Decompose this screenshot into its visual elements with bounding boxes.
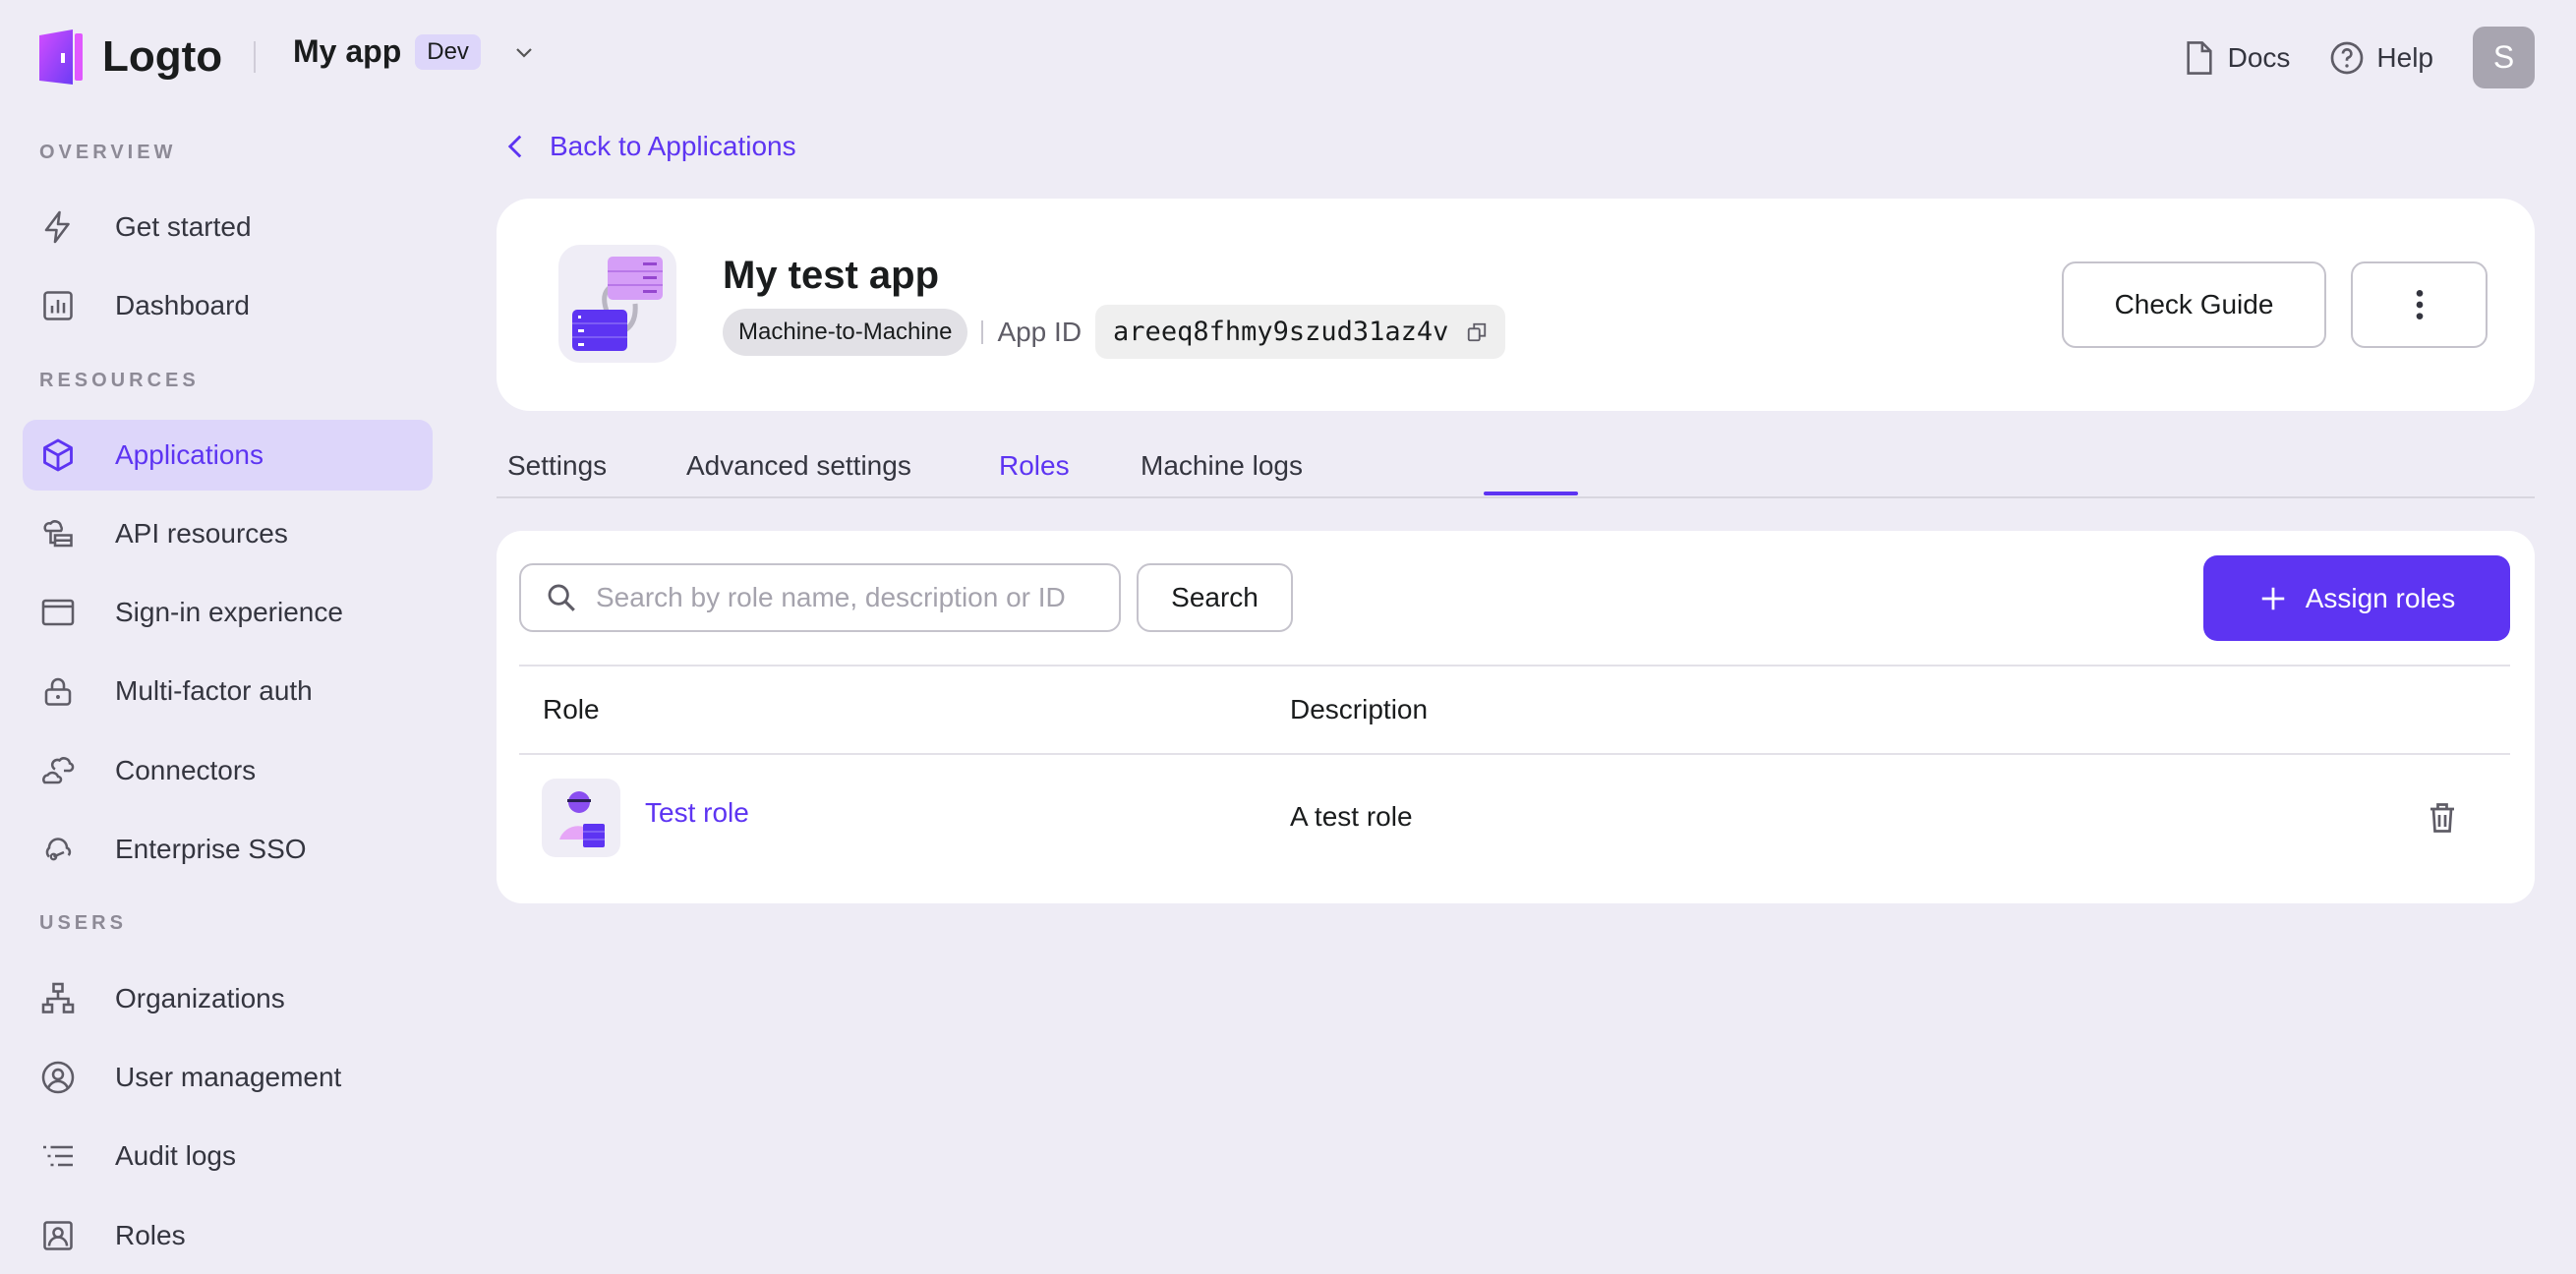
- trash-icon[interactable]: [2425, 800, 2460, 836]
- sidebar-item-user-management[interactable]: User management: [23, 1042, 433, 1113]
- machine-to-machine-icon: [572, 257, 663, 351]
- sidebar-item-get-started[interactable]: Get started: [23, 192, 433, 262]
- logo[interactable]: Logto: [39, 29, 222, 85]
- check-guide-button[interactable]: Check Guide: [2062, 261, 2326, 348]
- help-label: Help: [2376, 41, 2433, 73]
- sidebar-item-label: Sign-in experience: [115, 597, 343, 627]
- back-to-applications-link[interactable]: Back to Applications: [506, 131, 796, 162]
- sidebar-item-label: Organizations: [115, 983, 285, 1013]
- help-link[interactable]: Help: [2329, 40, 2433, 76]
- copy-icon[interactable]: [1466, 321, 1488, 343]
- search-button[interactable]: Search: [1137, 563, 1293, 632]
- user-card-icon: [43, 1221, 73, 1250]
- tab-settings[interactable]: Settings: [507, 450, 607, 482]
- org-icon: [41, 982, 75, 1013]
- cube-icon: [43, 438, 73, 472]
- lightning-icon: [44, 210, 70, 244]
- plus-icon: [2261, 587, 2284, 609]
- section-overview: OVERVIEW: [39, 142, 177, 163]
- role-name-link[interactable]: Test role: [645, 797, 749, 829]
- clouds-icon: [42, 757, 75, 784]
- sidebar-item-label: Dashboard: [115, 290, 250, 320]
- tenant-env-badge: Dev: [415, 33, 481, 70]
- divider: [254, 41, 256, 73]
- role-search-input[interactable]: [596, 582, 1107, 613]
- docs-label: Docs: [2227, 41, 2291, 73]
- sidebar-item-label: User management: [115, 1062, 342, 1092]
- chart-icon: [43, 291, 73, 320]
- more-vertical-icon: [2416, 290, 2423, 319]
- tab-roles[interactable]: Roles: [999, 450, 1070, 482]
- app-name: My test app: [723, 254, 940, 297]
- back-link-label: Back to Applications: [550, 131, 796, 161]
- sidebar-item-api-resources[interactable]: API resources: [23, 498, 433, 569]
- docs-link[interactable]: Docs: [2183, 39, 2291, 77]
- active-tab-indicator: [1484, 492, 1578, 495]
- app-type-badge: Machine-to-Machine: [723, 308, 968, 356]
- column-header-description: Description: [1290, 694, 1429, 724]
- role-search-field[interactable]: [519, 563, 1121, 632]
- assign-roles-label: Assign roles: [2305, 582, 2456, 613]
- sidebar-item-multi-factor-auth[interactable]: Multi-factor auth: [23, 656, 433, 726]
- tenant-name: My app: [293, 33, 402, 69]
- sidebar-item-label: Get started: [115, 211, 252, 242]
- table-row[interactable]: Test role A test role: [519, 755, 2510, 881]
- assign-roles-button[interactable]: Assign roles: [2203, 555, 2510, 641]
- app-id-value: areeq8fhmy9szud31az4v: [1113, 317, 1449, 347]
- sidebar-item-applications[interactable]: Applications: [23, 420, 433, 491]
- tab-bar: Settings Advanced settings Roles Machine…: [497, 442, 2535, 498]
- sidebar-item-label: Enterprise SSO: [115, 834, 307, 864]
- role-avatar: [542, 779, 620, 857]
- sidebar-item-label: Multi-factor auth: [115, 675, 313, 706]
- sidebar-item-dashboard[interactable]: Dashboard: [23, 270, 433, 341]
- sidebar-item-roles[interactable]: Roles: [23, 1200, 433, 1271]
- search-icon: [548, 584, 575, 611]
- app-id-label: App ID: [997, 316, 1083, 347]
- lock-icon: [44, 677, 72, 706]
- sidebar-item-label: Roles: [115, 1220, 186, 1250]
- brand-name: Logto: [102, 32, 223, 81]
- cloud-key-icon: [45, 838, 72, 861]
- sidebar-item-label: Audit logs: [115, 1140, 236, 1171]
- user-circle-icon: [41, 1061, 75, 1094]
- help-icon: [2331, 41, 2364, 74]
- app-type-icon: [558, 245, 676, 363]
- divider: [981, 319, 984, 344]
- column-header-role: Role: [543, 694, 600, 724]
- browser-icon: [41, 599, 75, 626]
- chevron-left-icon: [507, 135, 522, 158]
- tenant-selector[interactable]: My app Dev: [293, 33, 536, 70]
- tab-machine-logs[interactable]: Machine logs: [1141, 450, 1303, 482]
- sidebar-item-sign-in-experience[interactable]: Sign-in experience: [23, 577, 433, 648]
- sidebar-item-label: API resources: [115, 518, 288, 549]
- document-icon: [2187, 40, 2212, 75]
- more-options-button[interactable]: [2351, 261, 2488, 348]
- sidebar-item-organizations[interactable]: Organizations: [23, 963, 433, 1034]
- sidebar-item-label: Applications: [115, 439, 263, 470]
- logto-logo-icon: [39, 29, 83, 85]
- section-users: USERS: [39, 912, 127, 934]
- role-icon: [559, 791, 605, 847]
- role-description: A test role: [1290, 801, 1413, 832]
- cloud-db-icon: [43, 520, 73, 548]
- user-avatar[interactable]: S: [2473, 27, 2535, 88]
- section-resources: RESOURCES: [39, 370, 200, 391]
- sidebar-item-connectors[interactable]: Connectors: [23, 735, 433, 806]
- sidebar-item-enterprise-sso[interactable]: Enterprise SSO: [23, 814, 433, 885]
- chevron-down-icon: [516, 47, 532, 58]
- app-id-field: areeq8fhmy9szud31az4v: [1095, 305, 1506, 359]
- sidebar-item-audit-logs[interactable]: Audit logs: [23, 1121, 433, 1191]
- list-icon: [43, 1145, 73, 1167]
- divider: [519, 665, 2510, 666]
- sidebar-item-label: Connectors: [115, 755, 257, 785]
- tab-advanced-settings[interactable]: Advanced settings: [686, 450, 911, 482]
